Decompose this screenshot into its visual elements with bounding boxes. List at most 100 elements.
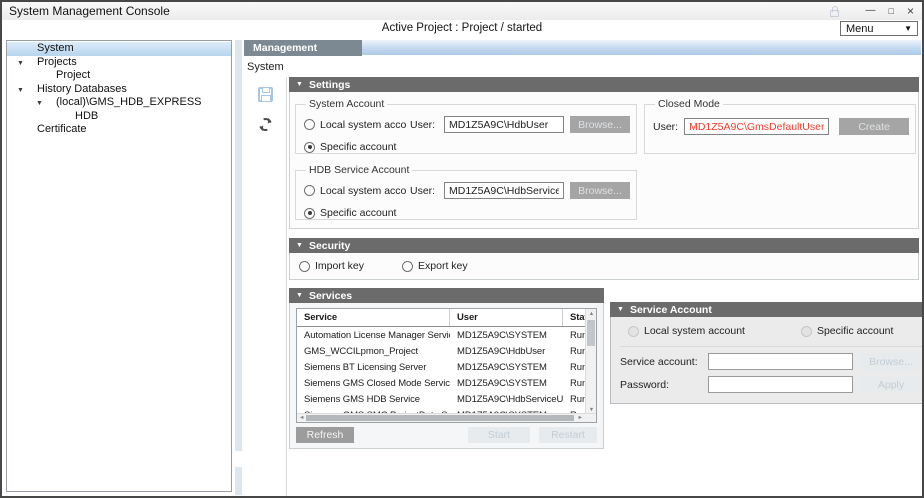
column-header-status[interactable]: Status	[563, 309, 585, 326]
tree-expander-icon[interactable]: ▼	[36, 97, 43, 111]
tree-item-label: History Databases	[7, 83, 231, 97]
lock-icon	[830, 10, 839, 17]
menu-dropdown[interactable]: Menu ▼	[840, 21, 918, 36]
radio-local-system-account[interactable]: Local system account	[304, 119, 410, 131]
radio-label: Local system account	[320, 119, 406, 131]
radio-icon[interactable]	[304, 185, 315, 196]
settings-section: ▼ Settings System Account Local system a…	[289, 77, 919, 229]
service-account-section: ▼ Service Account Local system account	[610, 302, 924, 404]
radio-icon[interactable]	[304, 208, 315, 219]
radio-export-key[interactable]: Export key	[402, 260, 468, 272]
browse-button[interactable]: Browse...	[860, 353, 922, 370]
refresh-icon[interactable]	[256, 116, 273, 133]
table-cell: MD1Z5A9C\SYSTEM	[450, 375, 563, 391]
table-cell: Siemens GMS HDB Service	[297, 391, 450, 407]
tab-management[interactable]: Management	[244, 40, 362, 56]
security-header[interactable]: ▼ Security	[289, 238, 919, 253]
table-row[interactable]: Siemens BT Licensing ServerMD1Z5A9C\SYST…	[297, 359, 585, 375]
collapse-icon: ▼	[617, 302, 624, 317]
vertical-scrollbar[interactable]: ▲ ▼	[585, 309, 596, 415]
tree-item-hdb[interactable]: HDB	[7, 110, 231, 124]
scroll-left-icon[interactable]: ◄	[299, 415, 304, 421]
column-header-service[interactable]: Service	[297, 309, 450, 326]
tree-item-projects[interactable]: ▼Projects	[7, 56, 231, 70]
collapse-icon: ▼	[296, 77, 303, 92]
horizontal-scrollbar[interactable]: ◄ ►	[297, 413, 596, 422]
panel-splitter[interactable]	[235, 40, 242, 495]
tree-expander-icon[interactable]: ▼	[17, 84, 24, 98]
save-icon[interactable]	[258, 87, 273, 102]
radio-icon[interactable]	[299, 261, 310, 272]
scrollbar-thumb[interactable]	[587, 320, 595, 346]
table-cell: MD1Z5A9C\HdbServiceUser	[450, 391, 563, 407]
radio-import-key[interactable]: Import key	[299, 260, 364, 272]
tree-item-history-databases[interactable]: ▼History Databases	[7, 83, 231, 97]
apply-button[interactable]: Apply	[860, 376, 922, 393]
table-cell: MD1Z5A9C\HdbUser	[450, 343, 563, 359]
start-button[interactable]: Start	[468, 427, 530, 443]
system-account-group: System Account Local system account User…	[295, 98, 637, 154]
system-account-user-input[interactable]	[444, 116, 564, 133]
service-account-header[interactable]: ▼ Service Account	[610, 302, 924, 317]
browse-button[interactable]: Browse...	[570, 116, 630, 133]
table-cell: Running	[563, 375, 585, 391]
tree-item-certificate[interactable]: Certificate	[7, 123, 231, 137]
tree-item-label: HDB	[7, 110, 231, 124]
password-label: Password:	[620, 379, 708, 391]
menu-dropdown-label: Menu	[846, 23, 874, 35]
service-account-title: Service Account	[630, 304, 712, 316]
hdb-account-user-input[interactable]	[444, 182, 564, 199]
tree-item-system[interactable]: System	[7, 42, 231, 56]
system-management-console-window: System Management Console — □ × Active P…	[0, 0, 924, 498]
splitter-handle[interactable]	[235, 451, 242, 467]
column-header-user[interactable]: User	[450, 309, 563, 326]
closed-mode-group: Closed Mode User: Create	[644, 98, 916, 154]
table-row[interactable]: Siemens GMS Closed Mode ServiceMD1Z5A9C\…	[297, 375, 585, 391]
scroll-up-icon[interactable]: ▲	[586, 311, 597, 317]
table-row[interactable]: Automation License Manager ServiceMD1Z5A…	[297, 327, 585, 343]
service-account-body: Local system account Specific account Se…	[610, 317, 924, 404]
settings-header[interactable]: ▼ Settings	[289, 77, 919, 92]
radio-icon[interactable]	[402, 261, 413, 272]
table-cell: Running	[563, 343, 585, 359]
radio-specific-account[interactable]: Specific account	[304, 207, 630, 219]
tree-item-project[interactable]: Project	[7, 69, 231, 83]
refresh-button[interactable]: Refresh	[296, 427, 354, 443]
services-table: Service User Status Automation License M…	[296, 308, 597, 423]
user-label: User:	[653, 121, 678, 133]
services-section: ▼ Services Service User Status	[289, 288, 604, 449]
tree-expander-icon[interactable]: ▼	[17, 57, 24, 71]
hdb-service-account-group: HDB Service Account Local system account…	[295, 164, 637, 220]
table-cell: Automation License Manager Service	[297, 327, 450, 343]
table-cell: Running	[563, 327, 585, 343]
scroll-right-icon[interactable]: ►	[578, 415, 583, 421]
close-button[interactable]: ×	[907, 2, 914, 20]
radio-specific-account[interactable]: Specific account	[801, 325, 893, 337]
chevron-down-icon: ▼	[904, 24, 912, 33]
minimize-button[interactable]: —	[866, 2, 876, 20]
table-cell: GMS_WCCILpmon_Project	[297, 343, 450, 359]
services-body: Service User Status Automation License M…	[289, 303, 604, 449]
scrollbar-thumb[interactable]	[306, 415, 574, 421]
browse-button[interactable]: Browse...	[570, 182, 630, 199]
radio-icon[interactable]	[304, 119, 315, 130]
radio-local-system-account[interactable]: Local system account	[628, 325, 745, 337]
closed-mode-user-input[interactable]	[684, 118, 829, 135]
table-cell: Siemens GMS Closed Mode Service	[297, 375, 450, 391]
tree-item-local-gms-hdb-express[interactable]: ▼(local)\GMS_HDB_EXPRESS	[7, 96, 231, 110]
service-account-input[interactable]	[708, 353, 853, 370]
create-button[interactable]: Create	[839, 118, 909, 135]
restart-button[interactable]: Restart	[539, 427, 597, 443]
radio-specific-account[interactable]: Specific account	[304, 141, 630, 153]
radio-local-system-account[interactable]: Local system account	[304, 185, 410, 197]
services-header[interactable]: ▼ Services	[289, 288, 604, 303]
hdb-account-legend: HDB Service Account	[309, 164, 409, 176]
password-input[interactable]	[708, 376, 853, 393]
table-row[interactable]: GMS_WCCILpmon_ProjectMD1Z5A9C\HdbUserRun…	[297, 343, 585, 359]
table-header-row: Service User Status	[297, 309, 585, 327]
window-controls: — □ ×	[830, 2, 914, 20]
maximize-button[interactable]: □	[889, 2, 894, 20]
table-row[interactable]: Siemens GMS HDB ServiceMD1Z5A9C\HdbServi…	[297, 391, 585, 407]
menu-bar: Active Project : Project / started Menu …	[2, 20, 922, 37]
radio-icon[interactable]	[304, 142, 315, 153]
